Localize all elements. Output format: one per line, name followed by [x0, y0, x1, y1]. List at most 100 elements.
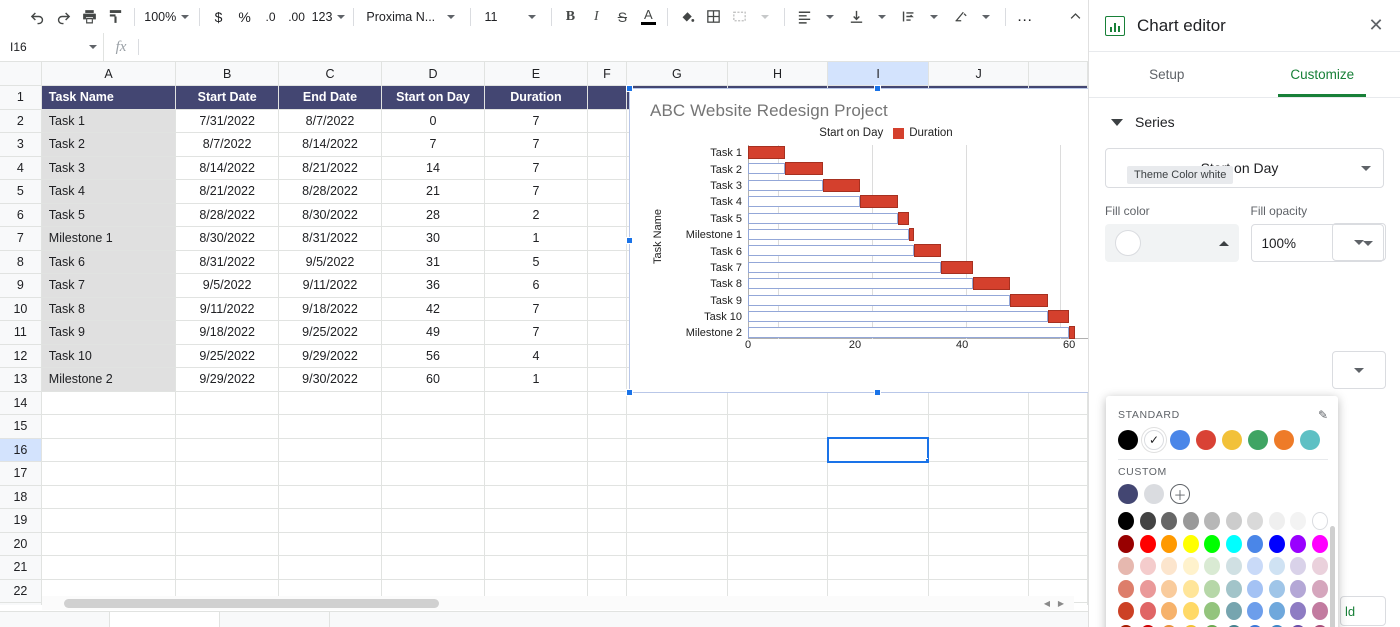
- color-swatch-1-5[interactable]: [1225, 534, 1242, 553]
- color-swatch-1-2[interactable]: [1161, 534, 1178, 553]
- cell-A12[interactable]: Task 10: [41, 344, 177, 368]
- borders-icon[interactable]: [700, 4, 726, 30]
- cell-A17[interactable]: [41, 461, 177, 486]
- cell-F5[interactable]: [587, 179, 628, 204]
- standard-swatch-4[interactable]: [1222, 430, 1242, 450]
- row-header-1[interactable]: 1: [0, 85, 42, 110]
- bar-duration[interactable]: [897, 211, 909, 225]
- cell-G20[interactable]: [626, 532, 728, 556]
- cell-C5[interactable]: 8/28/2022: [278, 179, 382, 204]
- color-swatch-4-4[interactable]: [1204, 602, 1221, 620]
- decrease-decimal-button[interactable]: .0: [258, 4, 284, 30]
- cell-A6[interactable]: Task 5: [41, 203, 177, 227]
- bar-duration[interactable]: [822, 178, 861, 192]
- vertical-align-caret[interactable]: [869, 4, 895, 30]
- custom-swatch-0[interactable]: [1118, 484, 1138, 504]
- selection-handle[interactable]: [924, 458, 928, 461]
- row-header-19[interactable]: 19: [0, 508, 42, 533]
- row-header-3[interactable]: 3: [0, 132, 42, 157]
- cell-D19[interactable]: [381, 508, 486, 533]
- color-swatch-2-3[interactable]: [1182, 557, 1199, 575]
- cell-C16[interactable]: [278, 438, 382, 462]
- bar-start-on-day[interactable]: [748, 212, 898, 224]
- cell-A16[interactable]: [41, 438, 177, 462]
- corner-select-all[interactable]: [0, 62, 42, 86]
- cell-I17[interactable]: [827, 461, 929, 486]
- cell-C14[interactable]: [278, 391, 382, 415]
- color-swatch-4-1[interactable]: [1139, 602, 1156, 620]
- tab-setup[interactable]: Setup: [1089, 52, 1245, 97]
- cell-C9[interactable]: 9/11/2022: [278, 273, 382, 298]
- increase-decimal-button[interactable]: .00: [284, 4, 310, 30]
- pencil-icon[interactable]: ✎: [1318, 408, 1328, 422]
- color-swatch-1-9[interactable]: [1311, 534, 1328, 553]
- vertical-align-icon[interactable]: [843, 4, 869, 30]
- color-swatch-2-4[interactable]: [1204, 557, 1221, 575]
- cell-F14[interactable]: [587, 391, 628, 415]
- color-swatch-3-3[interactable]: [1182, 579, 1199, 598]
- cell-H20[interactable]: [727, 532, 829, 556]
- color-swatch-3-1[interactable]: [1139, 579, 1156, 598]
- cell-E9[interactable]: 6: [484, 273, 588, 298]
- color-swatch-4-3[interactable]: [1182, 602, 1199, 620]
- row-header-5[interactable]: 5: [0, 179, 42, 204]
- cell-B9[interactable]: 9/5/2022: [175, 273, 280, 298]
- collapse-toolbar-icon[interactable]: [1062, 4, 1088, 30]
- color-swatch-2-6[interactable]: [1247, 557, 1264, 575]
- row-header-6[interactable]: 6: [0, 203, 42, 227]
- hidden-selector-two[interactable]: [1332, 351, 1386, 389]
- currency-format-button[interactable]: $: [206, 4, 232, 30]
- bar-duration[interactable]: [1047, 309, 1070, 323]
- row-header-17[interactable]: 17: [0, 461, 42, 486]
- cell-D1[interactable]: Start on Day: [381, 85, 486, 110]
- strikethrough-button[interactable]: S: [609, 4, 635, 30]
- cell-A11[interactable]: Task 9: [41, 320, 177, 345]
- bar-start-on-day[interactable]: [748, 327, 1070, 339]
- cell-D18[interactable]: [381, 485, 486, 509]
- bar-duration[interactable]: [1069, 326, 1075, 340]
- cell-B13[interactable]: 9/29/2022: [175, 367, 280, 392]
- cell-A18[interactable]: [41, 485, 177, 509]
- cell-F7[interactable]: [587, 226, 628, 251]
- legend-item-duration[interactable]: Duration: [893, 127, 953, 139]
- cell-E3[interactable]: 7: [484, 132, 588, 157]
- cell-K20[interactable]: [1028, 532, 1088, 556]
- cell-A15[interactable]: [41, 414, 177, 439]
- cell-I16[interactable]: [826, 437, 930, 463]
- cell-C17[interactable]: [278, 461, 382, 486]
- font-family-caret[interactable]: [438, 4, 464, 30]
- series-section-header[interactable]: Series: [1089, 98, 1400, 138]
- cell-E18[interactable]: [484, 485, 588, 509]
- cell-B10[interactable]: 9/11/2022: [175, 297, 280, 321]
- merge-cells-caret[interactable]: [752, 4, 778, 30]
- color-swatch-2-9[interactable]: [1311, 557, 1328, 575]
- cell-H19[interactable]: [727, 508, 829, 533]
- cell-B14[interactable]: [175, 391, 280, 415]
- cell-J17[interactable]: [928, 461, 1030, 486]
- cell-J16[interactable]: [928, 438, 1030, 462]
- column-header-D[interactable]: D: [381, 62, 486, 86]
- redo-icon[interactable]: [50, 4, 76, 30]
- color-swatch-0-5[interactable]: [1225, 512, 1242, 530]
- cell-F17[interactable]: [587, 461, 628, 486]
- cell-A5[interactable]: Task 4: [41, 179, 177, 204]
- cell-C4[interactable]: 8/21/2022: [278, 156, 382, 180]
- cell-I18[interactable]: [827, 485, 929, 509]
- standard-swatch-0[interactable]: [1118, 430, 1138, 450]
- cell-F1[interactable]: [587, 85, 628, 110]
- color-swatch-1-3[interactable]: [1182, 534, 1199, 553]
- cell-H18[interactable]: [727, 485, 829, 509]
- cell-K15[interactable]: [1028, 414, 1088, 439]
- color-swatch-4-2[interactable]: [1161, 602, 1178, 620]
- color-swatch-1-8[interactable]: [1290, 534, 1307, 553]
- cell-F18[interactable]: [587, 485, 628, 509]
- cell-D2[interactable]: 0: [381, 109, 486, 133]
- bar-duration[interactable]: [1010, 293, 1048, 307]
- row-header-21[interactable]: 21: [0, 555, 42, 580]
- standard-swatch-2[interactable]: [1170, 430, 1190, 450]
- cell-B21[interactable]: [175, 555, 280, 580]
- cell-J18[interactable]: [928, 485, 1030, 509]
- cell-D10[interactable]: 42: [381, 297, 486, 321]
- cell-B18[interactable]: [175, 485, 280, 509]
- cell-E20[interactable]: [484, 532, 588, 556]
